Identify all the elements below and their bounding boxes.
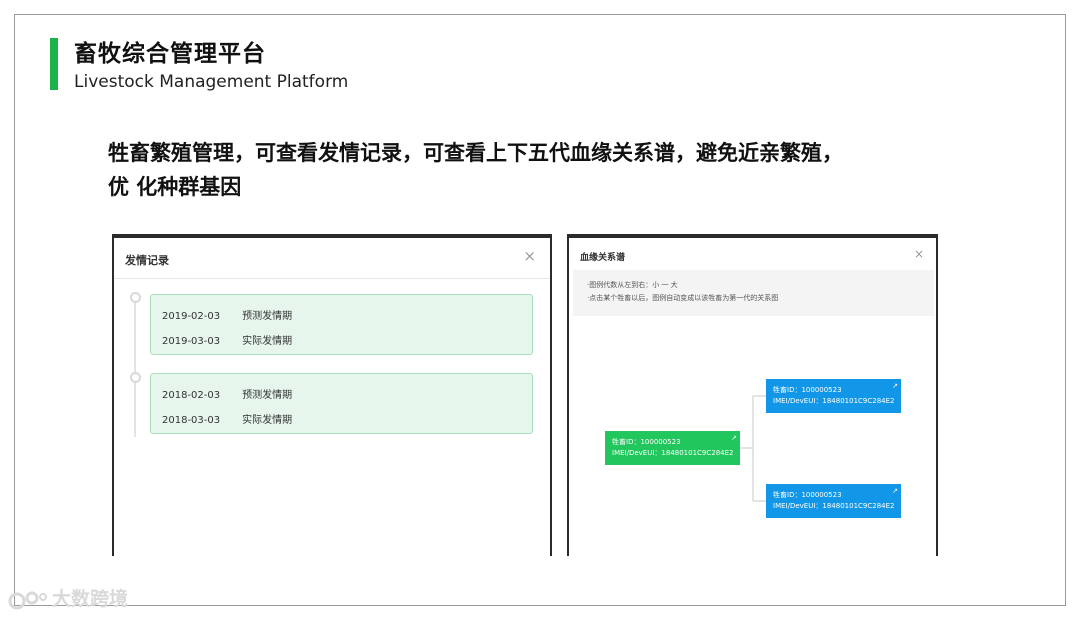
node-id: 牲畜ID：100000523 <box>612 438 681 446</box>
lineage-connector-lines <box>740 395 766 502</box>
watermark-logo-icon <box>8 591 47 609</box>
node-id: 牲畜ID：100000523 <box>773 491 842 499</box>
node-imei: IMEI/DevEUI：18480101C9C284E2 <box>773 397 895 405</box>
watermark: 大数跨境 <box>8 584 128 611</box>
external-link-icon[interactable]: ↗ <box>731 433 737 444</box>
watermark-text: 大数跨境 <box>52 588 129 610</box>
lineage-node-root[interactable]: 牲畜ID：100000523 IMEI/DevEUI：18480101C9C28… <box>605 431 740 465</box>
lineage-node-parent[interactable]: 牲畜ID：100000523 IMEI/DevEUI：18480101C9C28… <box>766 379 901 413</box>
external-link-icon[interactable]: ↗ <box>892 486 898 497</box>
node-imei: IMEI/DevEUI：18480101C9C284E2 <box>612 449 734 457</box>
external-link-icon[interactable]: ↗ <box>892 381 898 392</box>
node-imei: IMEI/DevEUI：18480101C9C284E2 <box>773 502 895 510</box>
lineage-node-parent[interactable]: 牲畜ID：100000523 IMEI/DevEUI：18480101C9C28… <box>766 484 901 518</box>
node-id: 牲畜ID：100000523 <box>773 386 842 394</box>
